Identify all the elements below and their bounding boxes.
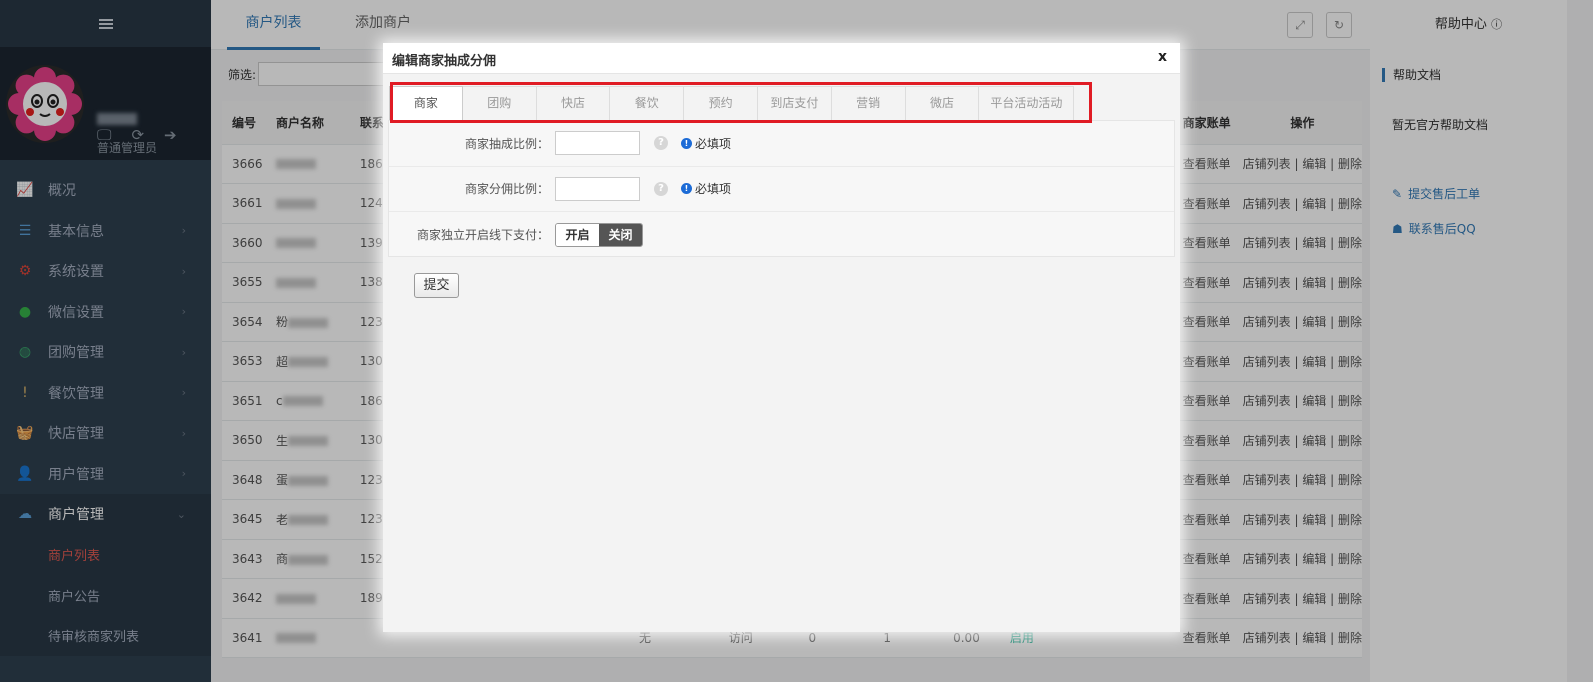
rebate-input[interactable] <box>555 176 640 201</box>
modal-header: 编辑商家抽成分佣 x <box>383 43 1180 74</box>
required-text: 必填项 <box>695 136 732 151</box>
required-icon: ! <box>681 183 692 195</box>
tab-catering[interactable]: 餐饮 <box>610 86 685 121</box>
commission-label: 商家抽成比例： <box>464 136 549 151</box>
offline-pay-toggle[interactable]: 开启 关闭 <box>555 222 643 247</box>
required-icon: ! <box>681 137 692 149</box>
tab-marketing[interactable]: 营销 <box>831 86 906 121</box>
required-text: 必填项 <box>695 182 732 197</box>
help-icon[interactable]: ? <box>654 181 668 196</box>
modal-tabs: 商家 团购 快店 餐饮 预约 到店支付 营销 微店 平台活动活动 <box>389 86 1089 123</box>
modal-title: 编辑商家抽成分佣 <box>392 54 497 69</box>
tab-group-buy[interactable]: 团购 <box>462 86 537 121</box>
edit-commission-modal: 编辑商家抽成分佣 x 商家 团购 快店 餐饮 预约 到店支付 营销 微店 平台活… <box>383 43 1180 632</box>
help-icon[interactable]: ? <box>654 136 668 151</box>
tab-instore-pay[interactable]: 到店支付 <box>757 86 832 121</box>
tab-platform-activity[interactable]: 平台活动活动 <box>979 86 1075 121</box>
commission-form: 商家抽成比例： ? ! 必填项 商家分佣比例： ? ! 必填项 商家独立开启线下… <box>388 120 1175 257</box>
toggle-on-option[interactable]: 开启 <box>556 223 599 246</box>
tab-appointment[interactable]: 预约 <box>684 86 758 121</box>
commission-input[interactable] <box>555 131 640 156</box>
rebate-label: 商家分佣比例： <box>464 182 549 197</box>
tab-merchant[interactable]: 商家 <box>389 86 463 123</box>
submit-button[interactable]: 提交 <box>414 273 459 298</box>
close-button[interactable]: x <box>1158 49 1167 65</box>
form-row-rebate: 商家分佣比例： ? ! 必填项 <box>389 167 1174 212</box>
toggle-off-option[interactable]: 关闭 <box>599 223 642 246</box>
form-row-commission: 商家抽成比例： ? ! 必填项 <box>389 121 1174 167</box>
tab-micro-store[interactable]: 微店 <box>905 86 980 121</box>
tab-quick-store[interactable]: 快店 <box>536 86 611 121</box>
form-row-offline-pay: 商家独立开启线下支付： 开启 关闭 <box>389 212 1174 258</box>
offline-pay-label: 商家独立开启线下支付： <box>416 228 549 243</box>
